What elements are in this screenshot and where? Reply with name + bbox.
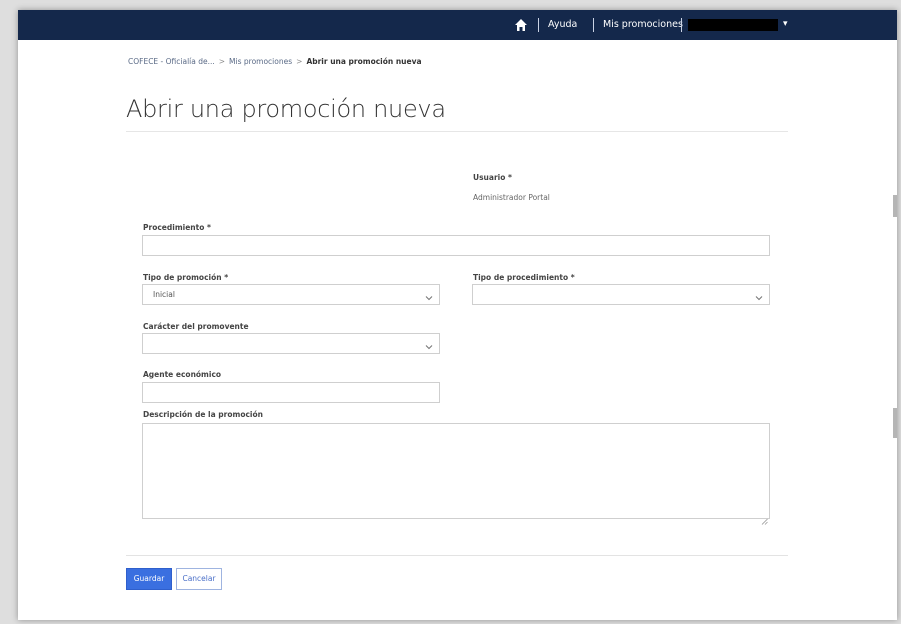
economic-agent-label: Agente económico [143, 370, 222, 379]
home-icon[interactable] [513, 17, 529, 33]
resize-handle-icon[interactable] [761, 510, 768, 525]
nav-separator [538, 18, 539, 32]
chevron-down-icon [424, 337, 434, 350]
breadcrumb: COFECE - Oficialía de... > Mis promociones… [128, 57, 422, 66]
promoter-character-select[interactable] [142, 333, 440, 354]
breadcrumb-item-current: Abrir una promoción nueva [306, 57, 422, 66]
economic-agent-input[interactable] [142, 382, 440, 403]
breadcrumb-separator: > [218, 57, 226, 66]
user-value: Administrador Portal [473, 193, 550, 202]
title-divider [126, 131, 788, 132]
cancel-button[interactable]: Cancelar [176, 568, 222, 590]
user-menu[interactable] [688, 19, 778, 31]
scrollbar-thumb[interactable] [893, 408, 897, 438]
description-label: Descripción de la promoción [143, 410, 263, 419]
page-title: Abrir una promoción nueva [126, 95, 446, 123]
user-menu-caret-icon[interactable]: ▾ [783, 16, 788, 32]
promotion-type-select[interactable]: Inicial [142, 284, 440, 305]
promotion-type-label: Tipo de promoción * [143, 273, 229, 282]
help-link[interactable]: Ayuda [548, 17, 577, 33]
user-label: Usuario * [473, 173, 512, 182]
my-promotions-link[interactable]: Mis promociones [603, 17, 683, 33]
nav-separator [681, 18, 682, 32]
chevron-down-icon [754, 288, 764, 301]
procedure-label: Procedimiento * [143, 223, 211, 232]
save-button[interactable]: Guardar [126, 568, 172, 590]
description-textarea[interactable] [142, 423, 770, 525]
breadcrumb-item-my-promotions[interactable]: Mis promociones [229, 57, 292, 66]
promoter-character-label: Carácter del promovente [143, 322, 249, 331]
footer-divider [126, 555, 788, 556]
procedure-type-label: Tipo de procedimiento * [473, 273, 575, 282]
nav-separator [593, 18, 594, 32]
breadcrumb-separator: > [296, 57, 303, 66]
browser-page: Ayuda Mis promociones ▾ COFECE - Oficial… [18, 10, 897, 620]
promotion-type-selected-value: Inicial [153, 290, 175, 299]
scrollbar-thumb[interactable] [893, 195, 897, 217]
procedure-input[interactable] [142, 235, 770, 256]
top-navigation-bar: Ayuda Mis promociones ▾ [18, 10, 897, 40]
chevron-down-icon [424, 288, 434, 301]
breadcrumb-item-home[interactable]: COFECE - Oficialía de... [128, 57, 215, 66]
procedure-type-select[interactable] [472, 284, 770, 305]
